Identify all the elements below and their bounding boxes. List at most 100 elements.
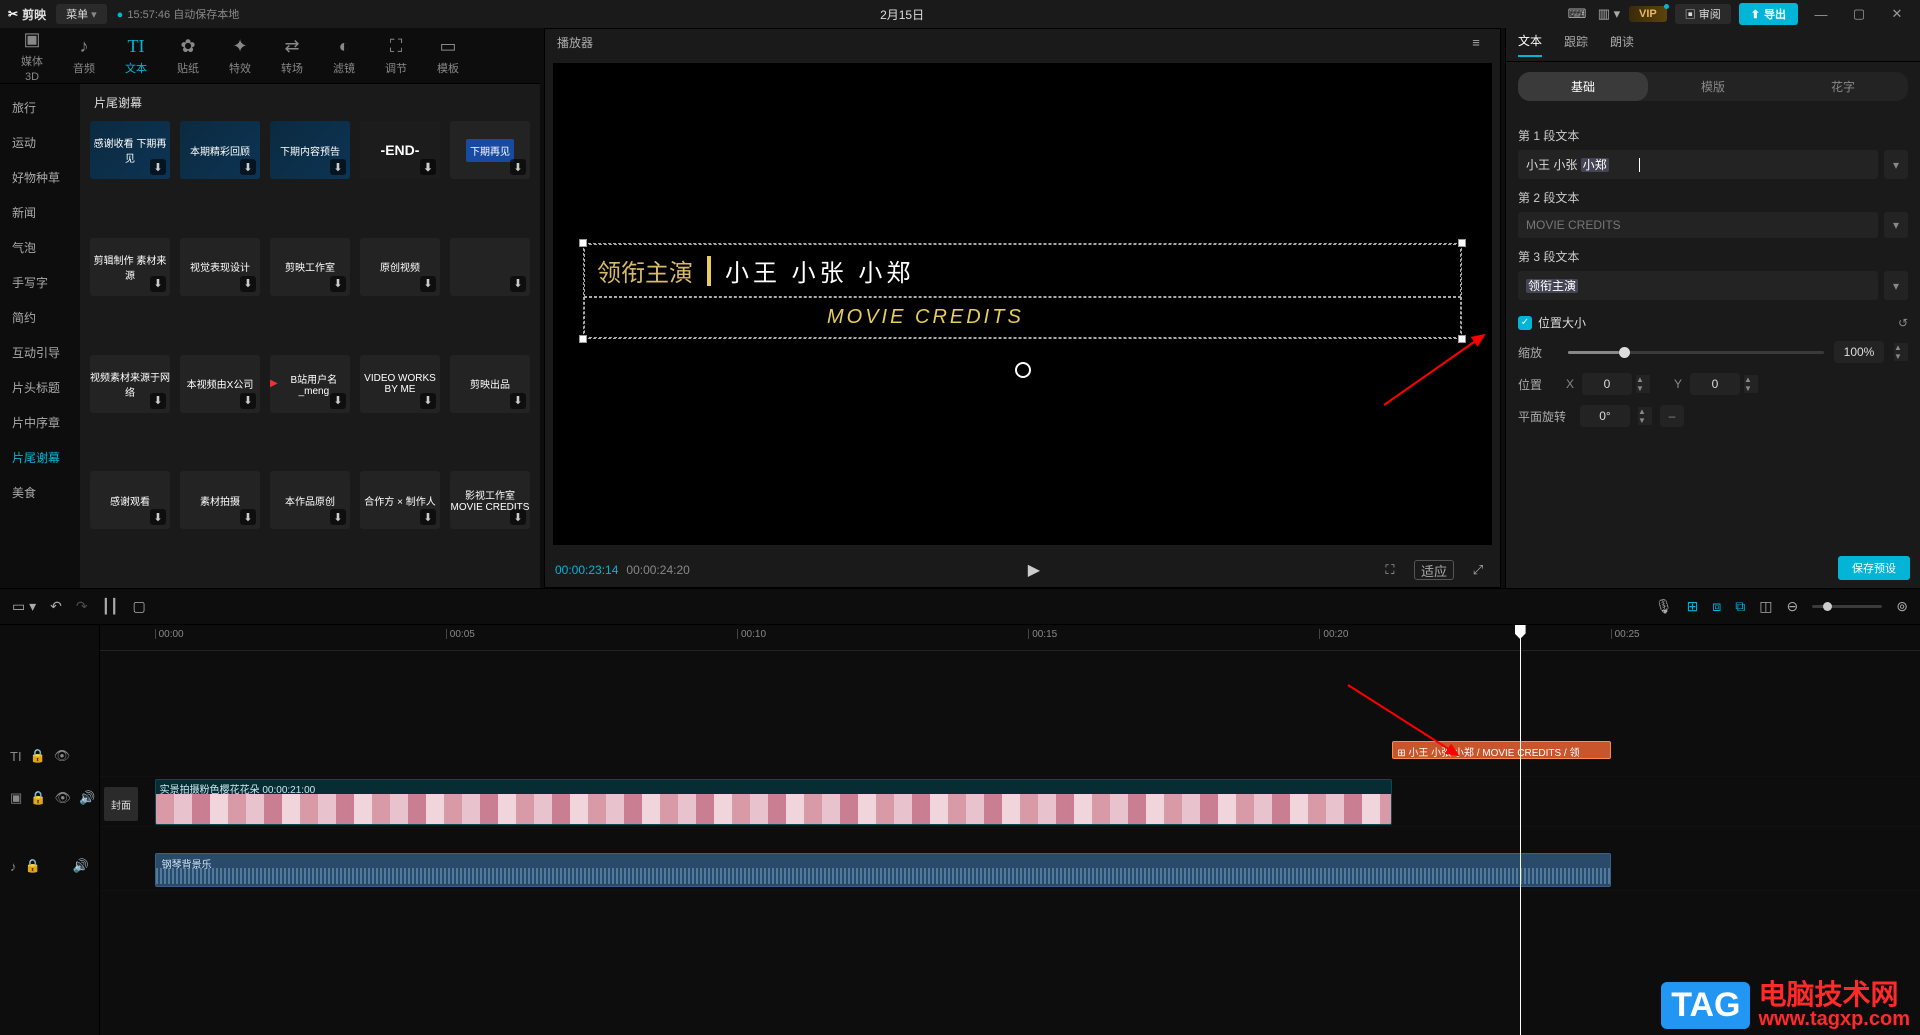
delete-button[interactable]: ▢: [132, 598, 145, 615]
rot-spinner[interactable]: ▲▼: [1638, 407, 1652, 425]
template-item[interactable]: 下期内容预告⬇: [270, 121, 350, 179]
playhead[interactable]: [1520, 625, 1521, 1035]
download-icon[interactable]: ⬇: [240, 393, 256, 409]
download-icon[interactable]: ⬇: [510, 276, 526, 292]
pos-x[interactable]: 0: [1582, 373, 1632, 395]
seg-tab-fancy[interactable]: 花字: [1778, 72, 1908, 101]
seg-tab-basic[interactable]: 基础: [1518, 72, 1648, 101]
template-item[interactable]: ▶ B站用户名_meng⬇: [270, 355, 350, 413]
template-item[interactable]: 剪映出品⬇: [450, 355, 530, 413]
pos-y[interactable]: 0: [1690, 373, 1740, 395]
template-item[interactable]: 视觉表现设计⬇: [180, 238, 260, 296]
template-item[interactable]: 素材拍摄⬇: [180, 471, 260, 529]
fullscreen-icon[interactable]: ⛶: [1378, 560, 1402, 580]
pos-size-checkbox[interactable]: ✓: [1518, 316, 1532, 330]
download-icon[interactable]: ⬇: [240, 276, 256, 292]
cat-opening[interactable]: 片头标题: [0, 370, 80, 405]
download-icon[interactable]: ⬇: [150, 159, 166, 175]
resize-handle[interactable]: [579, 239, 587, 247]
template-item[interactable]: VIDEO WORKS BY ME⬇: [360, 355, 440, 413]
seg2-input[interactable]: MOVIE CREDITS: [1518, 212, 1878, 238]
video-track[interactable]: 封面 实景拍摄粉色樱花花朵 00:00:21:00: [100, 777, 1920, 827]
template-item[interactable]: 感谢收看 下期再见⬇: [90, 121, 170, 179]
download-icon[interactable]: ⬇: [150, 393, 166, 409]
cat-chapter[interactable]: 片中序章: [0, 405, 80, 440]
ratio-button[interactable]: 适应: [1414, 560, 1454, 580]
resize-handle[interactable]: [1458, 239, 1466, 247]
redo-button[interactable]: ↷: [76, 598, 88, 615]
seg3-input[interactable]: 领衔主演: [1518, 271, 1878, 300]
tracks-area[interactable]: 00:00 00:05 00:10 00:15 00:20 00:25 ⊞ 小王…: [100, 625, 1920, 1035]
expand-button[interactable]: ▾: [1884, 212, 1908, 238]
export-button[interactable]: ⬆ 导出: [1739, 3, 1798, 25]
cat-goods[interactable]: 好物种草: [0, 160, 80, 195]
download-icon[interactable]: ⬇: [510, 393, 526, 409]
video-track-header[interactable]: ▣🔒👁🔊: [0, 777, 99, 819]
insp-tab-text[interactable]: 文本: [1518, 32, 1542, 57]
layout-icon[interactable]: ▥ ▾: [1597, 4, 1621, 24]
tab-adjust[interactable]: ⛶调节: [370, 36, 422, 76]
mic-icon[interactable]: 🎙: [1655, 598, 1673, 615]
resize-handle[interactable]: [579, 335, 587, 343]
download-icon[interactable]: ⬇: [420, 393, 436, 409]
tab-filter[interactable]: ◐滤镜: [318, 36, 370, 76]
split-button[interactable]: ┃┃: [102, 598, 119, 615]
preview-icon[interactable]: ◫: [1759, 598, 1772, 615]
menu-button[interactable]: 菜单 ▾: [56, 4, 107, 24]
template-item[interactable]: ⬇: [450, 238, 530, 296]
y-spinner[interactable]: ▲▼: [1744, 375, 1758, 393]
audio-clip[interactable]: 钢琴背景乐: [155, 853, 1611, 887]
template-item[interactable]: 本视频由X公司⬇: [180, 355, 260, 413]
download-icon[interactable]: ⬇: [330, 276, 346, 292]
download-icon[interactable]: ⬇: [330, 159, 346, 175]
template-item[interactable]: 感谢观看⬇: [90, 471, 170, 529]
cat-handwrite[interactable]: 手写字: [0, 265, 80, 300]
link-icon[interactable]: ⧉: [1735, 598, 1745, 615]
magnet-icon[interactable]: ⧈: [1712, 598, 1721, 615]
audio-track[interactable]: 钢琴背景乐: [100, 847, 1920, 891]
cover-tag[interactable]: 封面: [104, 787, 138, 821]
cat-interact[interactable]: 互动引导: [0, 335, 80, 370]
save-preset-button[interactable]: 保存预设: [1838, 556, 1910, 580]
download-icon[interactable]: ⬇: [510, 509, 526, 525]
template-item[interactable]: 合作方 × 制作人⬇: [360, 471, 440, 529]
rotate-extra[interactable]: –: [1660, 405, 1684, 427]
cat-ending[interactable]: 片尾谢幕: [0, 440, 80, 475]
player-menu-icon[interactable]: ≡: [1464, 32, 1488, 52]
template-item[interactable]: -END-⬇: [360, 121, 440, 179]
insp-tab-read[interactable]: 朗读: [1610, 33, 1634, 56]
zoom-slider[interactable]: [1812, 605, 1882, 608]
reset-icon[interactable]: ↺: [1898, 316, 1908, 330]
vip-badge[interactable]: VIP: [1629, 6, 1667, 22]
rotate-value[interactable]: 0°: [1580, 405, 1630, 427]
template-item[interactable]: 剪映工作室⬇: [270, 238, 350, 296]
download-icon[interactable]: ⬇: [420, 159, 436, 175]
player-viewport[interactable]: 领衔主演 小王 小张 小郑 MOVIE CREDITS: [553, 63, 1492, 545]
download-icon[interactable]: ⬇: [240, 159, 256, 175]
audio-track-header[interactable]: ♪🔒🔊: [0, 845, 99, 887]
tab-transition[interactable]: ⇄转场: [266, 36, 318, 76]
template-item[interactable]: 下期再见⬇: [450, 121, 530, 179]
scale-value[interactable]: 100%: [1834, 341, 1884, 363]
download-icon[interactable]: ⬇: [240, 509, 256, 525]
review-button[interactable]: ▣ 审阅: [1675, 4, 1731, 24]
tab-audio[interactable]: ♪音频: [58, 36, 110, 76]
scale-slider[interactable]: [1568, 351, 1824, 354]
zoom-out-icon[interactable]: ⊖: [1787, 598, 1799, 615]
maximize-button[interactable]: ▢: [1844, 6, 1874, 22]
tab-sticker[interactable]: ✿贴纸: [162, 36, 214, 76]
download-icon[interactable]: ⬇: [150, 276, 166, 292]
time-ruler[interactable]: 00:00 00:05 00:10 00:15 00:20 00:25: [100, 625, 1920, 651]
template-item[interactable]: 视频素材来源于网络⬇: [90, 355, 170, 413]
download-icon[interactable]: ⬇: [150, 509, 166, 525]
template-item[interactable]: 本期精彩回顾⬇: [180, 121, 260, 179]
insp-tab-track[interactable]: 跟踪: [1564, 33, 1588, 56]
tab-text[interactable]: TI文本: [110, 36, 162, 76]
cat-travel[interactable]: 旅行: [0, 90, 80, 125]
text-clip[interactable]: ⊞ 小王 小张 小郑 / MOVIE CREDITS / 领: [1392, 741, 1610, 759]
zoom-fit-icon[interactable]: ⊚: [1896, 598, 1908, 615]
text-track[interactable]: ⊞ 小王 小张 小郑 / MOVIE CREDITS / 领: [100, 735, 1920, 777]
template-item[interactable]: 影视工作室 MOVIE CREDITS⬇: [450, 471, 530, 529]
pointer-tool[interactable]: ▭ ▾: [12, 598, 36, 615]
template-item[interactable]: 本作品原创⬇: [270, 471, 350, 529]
